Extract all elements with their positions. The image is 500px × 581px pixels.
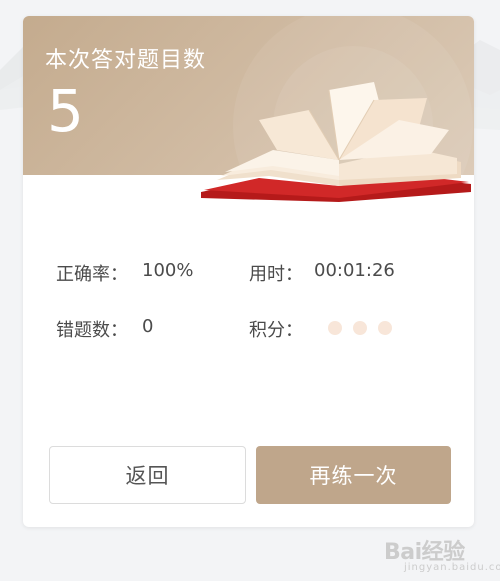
loading-dot: [353, 321, 367, 335]
accuracy-label: 正确率：: [56, 264, 128, 285]
wrong-count-value: 0: [142, 316, 154, 337]
watermark-text: Bai经验: [384, 540, 465, 565]
back-button[interactable]: 返回: [49, 446, 246, 504]
watermark-url: jingyan.baidu.com: [404, 562, 500, 573]
result-card: 本次答对题目数 5 正确率： 100% 用时： 00:01:26 错题数： 0 …: [23, 16, 474, 527]
accuracy-value: 100%: [142, 260, 194, 281]
watermark: Bai经验 jingyan.baidu.com: [384, 528, 500, 580]
loading-dots-icon: [328, 321, 392, 335]
time-label: 用时：: [249, 264, 303, 285]
time-value: 00:01:26: [314, 260, 395, 281]
points-label: 积分：: [249, 320, 303, 341]
retry-button[interactable]: 再练一次: [256, 446, 451, 504]
loading-dot: [378, 321, 392, 335]
wrong-count-label: 错题数：: [56, 320, 128, 341]
loading-dot: [328, 321, 342, 335]
